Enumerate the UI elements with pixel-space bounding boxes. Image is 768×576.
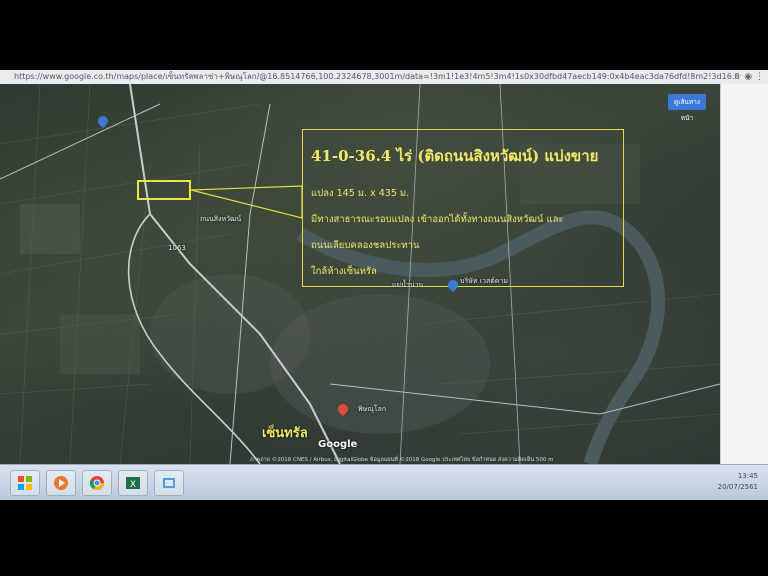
road-secondary — [0, 103, 161, 180]
app-icon[interactable] — [154, 470, 184, 496]
land-plot-marker — [137, 180, 191, 200]
url-text[interactable]: https://www.google.co.th/maps/place/เซ็น… — [14, 70, 739, 84]
windows-taskbar: X 13:45 20/07/2561 — [0, 464, 768, 500]
farmland-patch — [60, 314, 140, 374]
clock-time: 13:45 — [737, 472, 758, 480]
svg-text:X: X — [130, 480, 136, 490]
urban-area — [150, 274, 310, 394]
excel-icon[interactable]: X — [118, 470, 148, 496]
farmland-patch — [20, 204, 80, 254]
system-clock[interactable]: 13:45 20/07/2561 — [718, 471, 758, 493]
clock-date: 20/07/2561 — [717, 483, 758, 491]
chrome-icon[interactable] — [82, 470, 112, 496]
plot-nearby: ใกล้ห้างเซ็นทรัล — [311, 266, 377, 277]
road-name-label: ถนนสิงหวัฒน์ — [200, 215, 242, 223]
listing-headline: 41-0-36.4 ไร่ (ติดถนนสิงหวัฒน์) แบ่งขาย — [311, 147, 599, 165]
monitor-screen: https://www.google.co.th/maps/place/เซ็น… — [0, 70, 768, 500]
google-logo: Google — [318, 439, 358, 450]
road-number-label: 1063 — [168, 244, 186, 252]
plot-dimensions: แปลง 145 ม. x 435 ม. — [311, 188, 410, 199]
browser-controls[interactable]: ☆ ◉ ⋮ — [733, 70, 764, 84]
start-icon[interactable] — [10, 470, 40, 496]
poi-label: บริษัท เวสต์คาม — [460, 277, 509, 285]
map-attribution: ภาพถ่าย ©2018 CNES / Airbus, DigitalGlob… — [250, 457, 554, 463]
plot-access-road: ถนนเลียบคลองชลประทาน — [311, 240, 420, 251]
view-larger-map-button[interactable]: ดูเส้นทางหนัา — [668, 94, 706, 122]
media-player-icon[interactable] — [46, 470, 76, 496]
listing-annotation-box: 41-0-36.4 ไร่ (ติดถนนสิงหวัฒน์) แบ่งขาย … — [302, 129, 624, 287]
river-label: แม่น้ำน่าน — [392, 281, 424, 289]
district-label: พิษณุโลก — [358, 405, 387, 413]
address-bar[interactable]: https://www.google.co.th/maps/place/เซ็น… — [0, 70, 768, 85]
side-panel — [720, 84, 768, 464]
plot-access-text: มีทางสาธารณะรอบแปลง เข้าออกได้ทั้งทางถนน… — [311, 214, 564, 225]
central-label: เซ็นทรัล — [262, 426, 308, 441]
satellite-map[interactable]: 41-0-36.4 ไร่ (ติดถนนสิงหวัฒน์) แบ่งขาย … — [0, 84, 720, 464]
